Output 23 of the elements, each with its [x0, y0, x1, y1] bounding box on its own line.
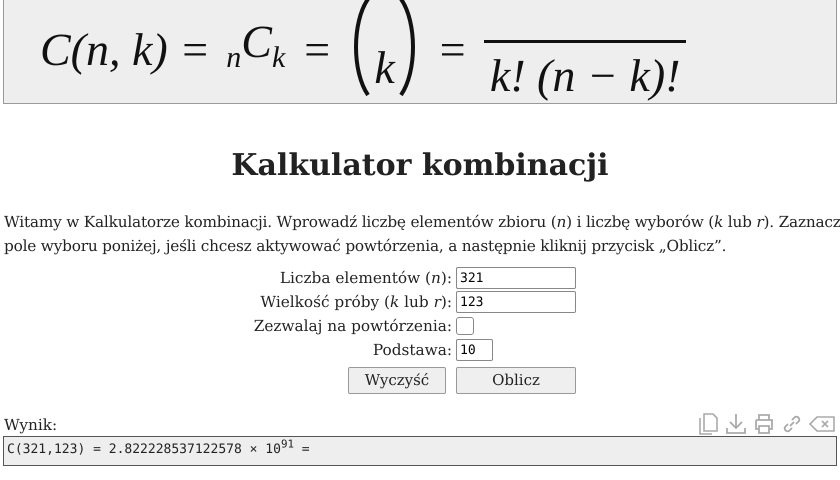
result-text: C(321,123) = 2.822228537122578 × 10$^{91}$ =: [7, 442, 310, 458]
result-label: Wynik:: [4, 416, 58, 434]
calculate-button[interactable]: Oblicz: [456, 366, 576, 394]
formula-text: =: [436, 27, 468, 77]
formula-text: C(n, k) =: [40, 27, 210, 77]
field-label: Zezwalaj na powtórzenia:: [254, 317, 452, 335]
field-label: Wielkość próby (k lub r):: [260, 293, 452, 311]
field-label: Liczba elementów (n):: [280, 269, 452, 287]
page-title: Kalkulator kombinacji: [230, 148, 610, 184]
clear-button[interactable]: Wyczyść: [348, 366, 446, 394]
print-icon[interactable]: [752, 412, 776, 436]
input-field[interactable]: 10: [456, 339, 493, 361]
field-label: Podstawa:: [372, 341, 452, 359]
input-field[interactable]: 123: [456, 291, 576, 313]
formula-text: =: [301, 27, 332, 77]
intro-paragraph: Witamy w Kalkulatorze kombinacji. Wprowadź liczbę elementów zbioru (n) i liczbę wyborów (k lub r). Zaznacz pole wyboru poniżej, jeśli chcesz aktywować powtórzenia, a następnie kliknij przycisk „Oblicz”.: [4, 212, 840, 257]
formula-text: $_{n}$C$_{k}$: [226, 18, 286, 76]
download-icon[interactable]: [724, 412, 748, 436]
fraction-text: k! (n − k)!: [484, 40, 686, 99]
copy-icon[interactable]: [698, 412, 720, 436]
checkbox[interactable]: [456, 317, 474, 335]
input-field[interactable]: 321: [456, 267, 576, 289]
formula-text: k: [374, 45, 395, 95]
